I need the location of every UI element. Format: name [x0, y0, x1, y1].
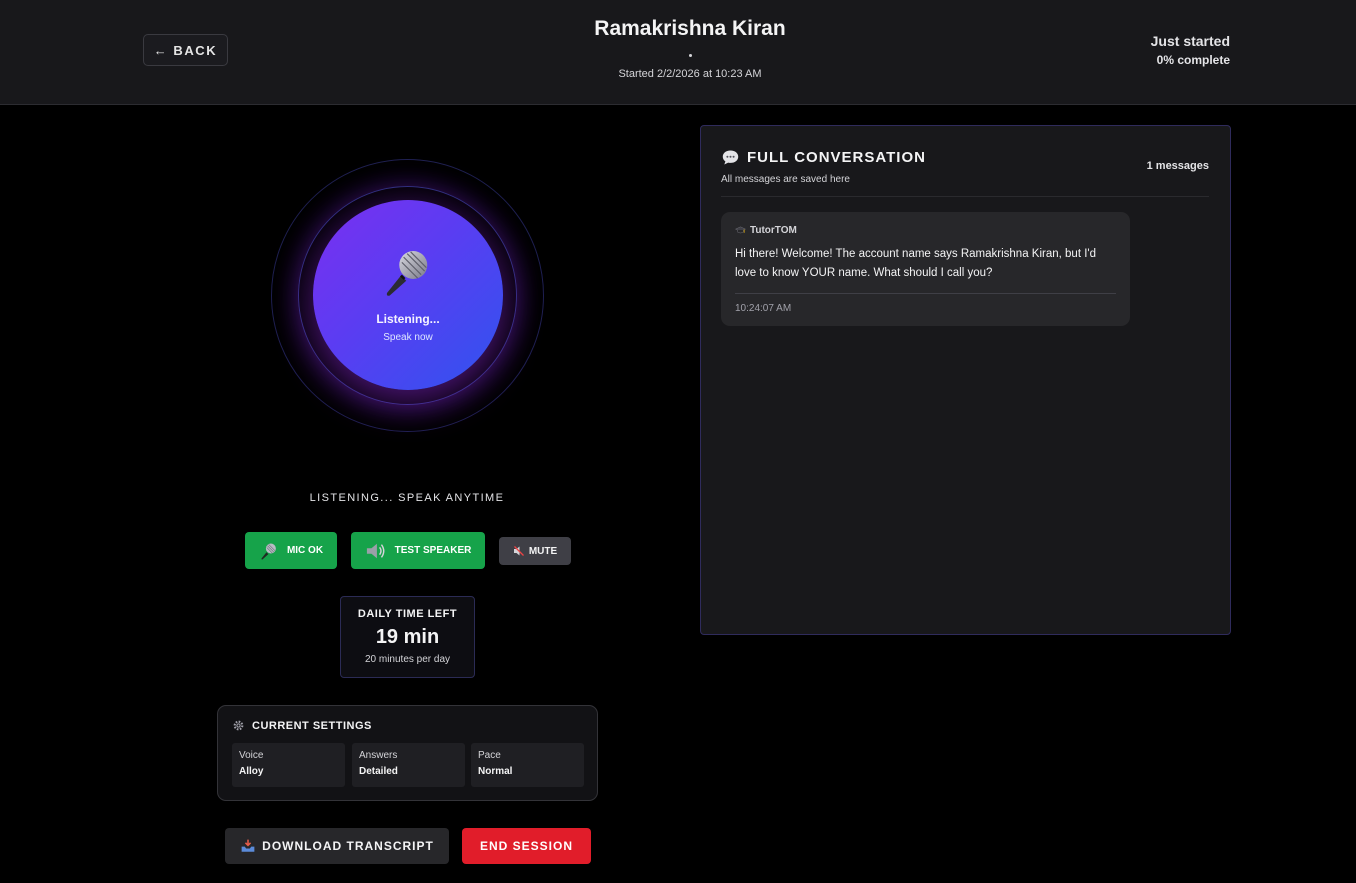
conversation-subtitle: All messages are saved here [721, 174, 850, 185]
setting-value: Normal [478, 766, 513, 777]
settings-heading: CURRENT SETTINGS [232, 719, 372, 732]
setting-answers: Answers Detailed [352, 743, 465, 787]
daily-time-sub: 20 minutes per day [364, 654, 451, 665]
inbox-tray-icon [241, 839, 255, 852]
microphone-icon [261, 543, 276, 559]
separator-dot [688, 54, 692, 57]
setting-pace: Pace Normal [471, 743, 584, 787]
mute-label: MUTE [528, 545, 558, 557]
setting-key: Pace [478, 750, 501, 761]
progress-status: Just started [1150, 33, 1230, 49]
message-sender-name: TutorTOM [750, 225, 797, 236]
back-button-label: BACK [173, 42, 218, 58]
muted-speaker-icon [513, 546, 524, 556]
listening-status: LISTENING... SPEAK ANYTIME [309, 492, 505, 504]
session-header: ← BACK Ramakrishna Kiran Started 2/2/202… [0, 0, 1356, 105]
conversation-title: FULL CONVERSATION [747, 149, 926, 166]
mic-ok-button[interactable]: MIC OK [245, 532, 337, 569]
setting-value: Detailed [359, 766, 398, 777]
end-session-label: END SESSION [479, 839, 574, 853]
orb-core: Listening... Speak now [313, 200, 503, 390]
chat-message: TutorTOM Hi there! Welcome! The account … [721, 212, 1130, 326]
test-speaker-label: TEST SPEAKER [394, 545, 472, 556]
mute-button[interactable]: MUTE [499, 537, 571, 565]
mic-ok-label: MIC OK [286, 545, 324, 556]
progress-percent: 0% complete [1156, 53, 1230, 67]
voice-orb[interactable]: Listening... Speak now [271, 159, 544, 432]
orb-status: Listening... [376, 312, 440, 326]
divider [721, 196, 1209, 197]
current-settings-panel: CURRENT SETTINGS Voice Alloy Answers Det… [217, 705, 598, 801]
setting-value: Alloy [239, 766, 264, 777]
microphone-icon [386, 251, 428, 296]
session-progress: Just started 0% complete [1151, 33, 1230, 67]
gear-icon [233, 720, 244, 731]
daily-time-card: DAILY TIME LEFT 19 min 20 minutes per da… [340, 596, 475, 678]
graduation-cap-icon [735, 226, 746, 234]
message-count: 1 messages [1146, 160, 1209, 172]
orb-hint: Speak now [383, 332, 433, 343]
message-text: Hi there! Welcome! The account name says… [735, 248, 1096, 279]
arrow-left-icon: ← [153, 42, 169, 58]
page-title: Ramakrishna Kiran [594, 17, 786, 40]
speech-bubble-icon [722, 150, 739, 165]
setting-voice: Voice Alloy [232, 743, 345, 787]
back-button[interactable]: ← BACK [143, 34, 228, 66]
message-sender: TutorTOM [735, 225, 1116, 236]
download-transcript-button[interactable]: DOWNLOAD TRANSCRIPT [225, 828, 449, 864]
conversation-panel: FULL CONVERSATION All messages are saved… [700, 125, 1231, 635]
conversation-heading: FULL CONVERSATION [721, 149, 926, 166]
end-session-button[interactable]: END SESSION [462, 828, 591, 864]
daily-time-value: 19 min [375, 626, 440, 648]
daily-time-label: DAILY TIME LEFT [357, 608, 458, 620]
speaker-icon [366, 543, 385, 558]
message-divider [735, 293, 1116, 294]
settings-title: CURRENT SETTINGS [252, 719, 372, 732]
message-timestamp: 10:24:07 AM [735, 303, 792, 314]
setting-key: Voice [239, 750, 264, 761]
session-start-time: Started 2/2/2026 at 10:23 AM [618, 68, 762, 80]
download-transcript-label: DOWNLOAD TRANSCRIPT [262, 839, 434, 853]
test-speaker-button[interactable]: TEST SPEAKER [351, 532, 485, 569]
session-info: Ramakrishna Kiran Started 2/2/2026 at 10… [478, 16, 902, 80]
setting-key: Answers [359, 750, 398, 761]
